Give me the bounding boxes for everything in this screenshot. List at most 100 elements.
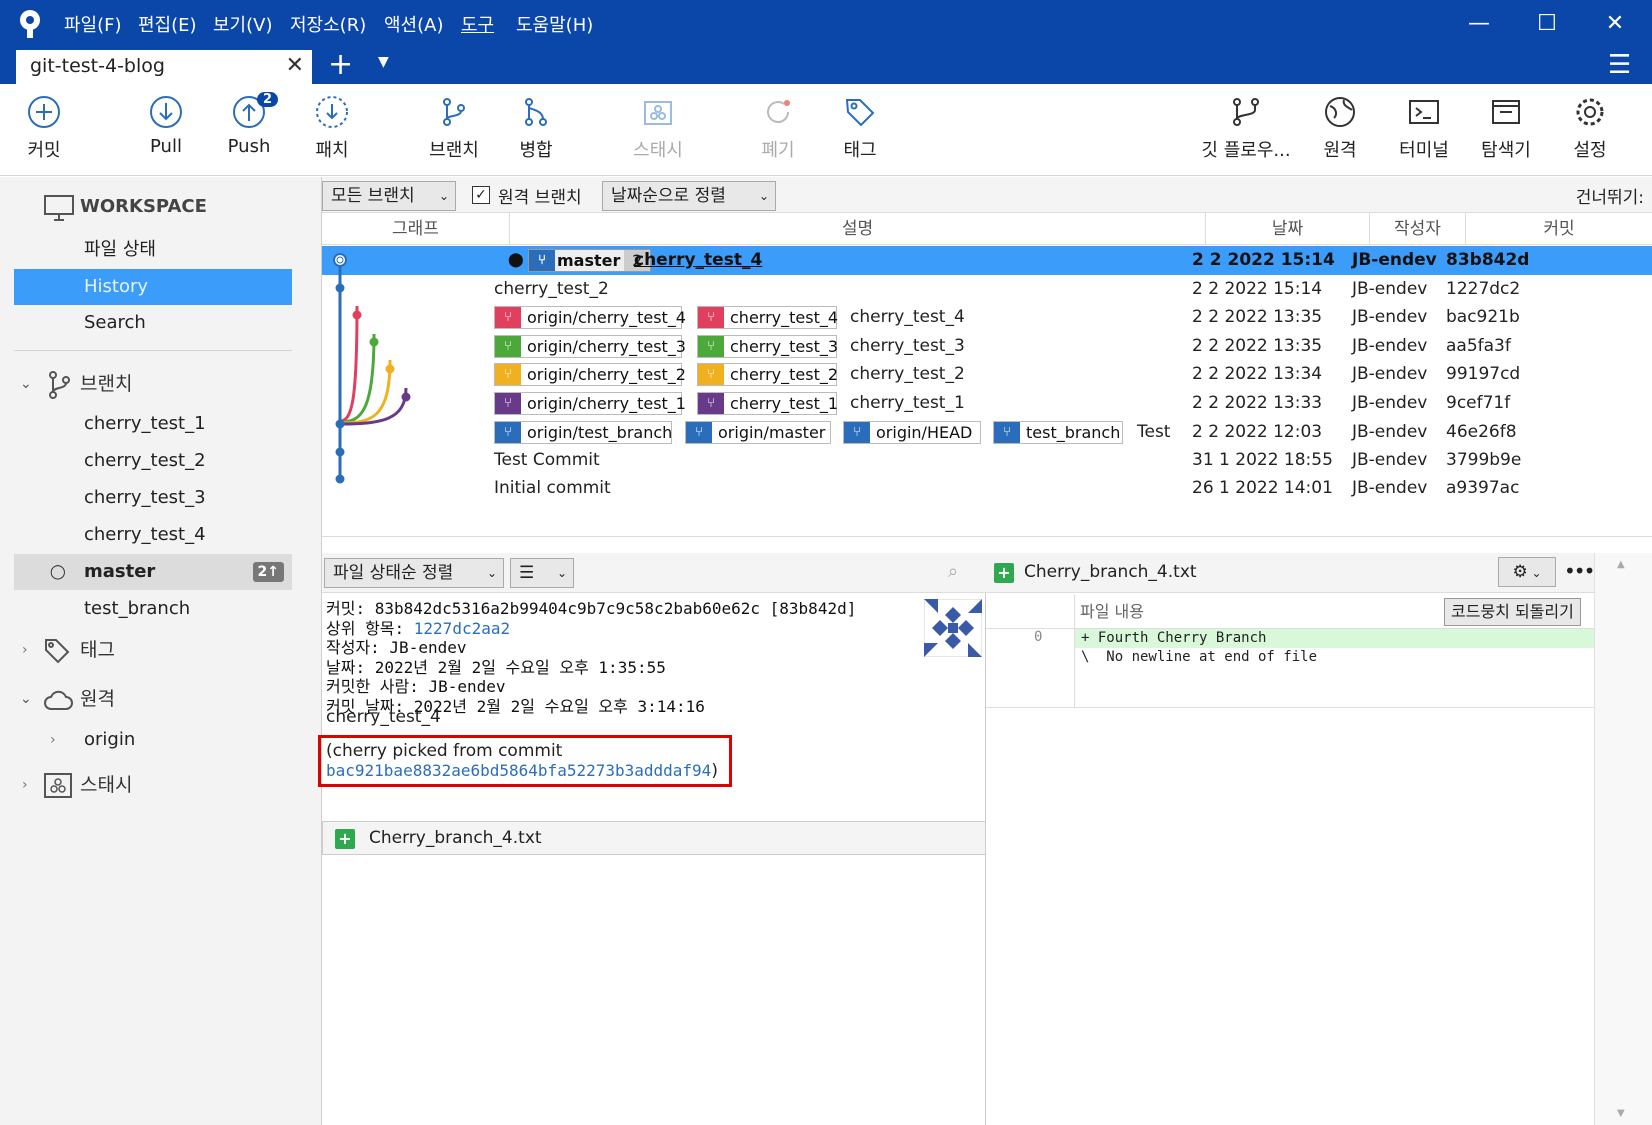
commit-row[interactable]: ⑂ origin/cherry_test_3 ⑂ cherry_test_3 che… (322, 332, 1652, 361)
commit-author: JB-endev (1352, 250, 1437, 270)
column-header-commit[interactable]: 커밋 (1466, 213, 1652, 245)
menu-tools[interactable]: 도구 (461, 11, 494, 37)
file-added-icon: + (335, 829, 355, 849)
remotes-header[interactable]: ⌄ 원격 (14, 679, 304, 719)
commit-row[interactable]: ⑂ origin/test_branch ⑂ origin/master ⑂ orig… (322, 418, 1652, 447)
sidebar-item-test-branch[interactable]: test_branch (14, 591, 292, 627)
close-tab-icon[interactable]: ✕ (286, 53, 304, 78)
sidebar-item-file-status[interactable]: 파일 상태 (14, 232, 292, 268)
tab-repository[interactable]: git-test-4-blog ✕ (16, 48, 312, 84)
explorer-button[interactable]: 탐색기 (1464, 90, 1548, 162)
sidebar-item-cherry-test-4[interactable]: cherry_test_4 (14, 517, 292, 553)
chevron-right-icon[interactable]: › (22, 630, 28, 670)
column-header-graph[interactable]: 그래프 (322, 213, 510, 245)
chevron-down-icon: ⌄ (1527, 566, 1542, 580)
ref-cherry-test-1[interactable]: ⑂ cherry_test_1 (697, 392, 838, 415)
column-header-author[interactable]: 작성자 (1370, 213, 1466, 245)
remote-button[interactable]: 원격 (1298, 90, 1382, 162)
commit-row[interactable]: ⑂ origin/cherry_test_2 ⑂ cherry_test_2 che… (322, 360, 1652, 389)
scrollbar[interactable]: ▲ ▼ (1594, 553, 1652, 1125)
sidebar-item-history[interactable]: History (14, 269, 292, 305)
ref-label: origin/cherry_test_1 (527, 394, 686, 413)
ref-test-branch[interactable]: ⑂ test_branch (993, 421, 1123, 444)
commit-row[interactable]: cherry_test_2 2 2 2022 15:14 JB-endev 12… (322, 275, 1652, 304)
branch-filter-dropdown[interactable]: 모든 브랜치 ⌄ (322, 181, 456, 211)
chevron-down-icon[interactable]: ⌄ (20, 364, 32, 404)
ref-origin-head[interactable]: ⑂ origin/HEAD (843, 421, 981, 444)
ref-origin-cherry-test-1[interactable]: ⑂ origin/cherry_test_1 (494, 392, 686, 415)
patch-button[interactable]: 패치 (290, 90, 374, 162)
file-list-item[interactable]: + Cherry_branch_4.txt (322, 821, 986, 855)
search-icon[interactable]: ⌕ (948, 561, 958, 582)
settings-button[interactable]: 설정 (1548, 90, 1632, 162)
commit-row[interactable]: Test Commit 31 1 2022 18:55 JB-endev 379… (322, 446, 1652, 475)
menu-edit[interactable]: 편집(E) (138, 11, 197, 37)
ref-cherry-test-3[interactable]: ⑂ cherry_test_3 (697, 335, 838, 358)
push-button[interactable]: 2 Push (207, 90, 291, 157)
chevron-right-icon[interactable]: › (50, 722, 56, 758)
commit-row[interactable]: Initial commit 26 1 2022 14:01 JB-endev … (322, 474, 1652, 503)
stash-header[interactable]: › 스태시 (14, 765, 304, 805)
more-options-icon[interactable]: ••• (1564, 559, 1595, 583)
cherry-pick-hash-link[interactable]: bac921bae8832ae6bd5864bfa52273b3adddaf94 (326, 761, 711, 780)
ref-cherry-test-2[interactable]: ⑂ cherry_test_2 (697, 363, 838, 386)
commit-row[interactable]: ⑂ origin/cherry_test_4 ⑂ cherry_test_4 che… (322, 303, 1652, 332)
ref-origin-cherry-test-3[interactable]: ⑂ origin/cherry_test_3 (494, 335, 686, 358)
commit-date: 31 1 2022 18:55 (1192, 450, 1333, 470)
scroll-down-icon[interactable]: ▼ (1617, 1108, 1625, 1119)
sidebar-item-search[interactable]: Search (14, 305, 292, 341)
minimize-icon[interactable]: — (1456, 8, 1502, 40)
ref-cherry-test-4[interactable]: ⑂ cherry_test_4 (697, 306, 838, 329)
revert-hunk-button[interactable]: 코드뭉치 되돌리기 (1444, 598, 1581, 626)
column-header-description[interactable]: 설명 (510, 213, 1206, 245)
branches-header[interactable]: ⌄ 브랜치 (14, 364, 304, 404)
menu-action[interactable]: 액션(A) (384, 11, 443, 37)
menu-view[interactable]: 보기(V) (213, 11, 272, 37)
ref-origin-cherry-test-4[interactable]: ⑂ origin/cherry_test_4 (494, 306, 686, 329)
discard-button[interactable]: 폐기 (736, 90, 820, 162)
branch-label-master[interactable]: ⑂ master 2 (528, 249, 652, 272)
ref-origin-test-branch[interactable]: ⑂ origin/test_branch (494, 421, 672, 444)
sidebar-item-origin[interactable]: › origin (14, 722, 292, 758)
menu-file[interactable]: 파일(F) (64, 11, 122, 37)
maximize-icon[interactable]: ☐ (1524, 8, 1570, 40)
menu-help[interactable]: 도움말(H) (516, 11, 593, 37)
sidebar-item-cherry-test-1[interactable]: cherry_test_1 (14, 406, 292, 442)
branches-label: 브랜치 (80, 373, 133, 395)
pull-button[interactable]: Pull (124, 90, 208, 157)
tag-button[interactable]: 태그 (818, 90, 902, 162)
stash-label: 스태시 (80, 774, 133, 796)
commit-hash: 46e26f8 (1446, 422, 1517, 442)
file-sort-dropdown[interactable]: 파일 상태순 정렬 ⌄ (324, 558, 504, 588)
branch-button[interactable]: 브랜치 (412, 90, 496, 162)
sidebar-item-cherry-test-3[interactable]: cherry_test_3 (14, 480, 292, 516)
close-window-icon[interactable]: ✕ (1592, 8, 1638, 40)
commit-row[interactable]: ⑂ origin/cherry_test_1 ⑂ cherry_test_1 che… (322, 389, 1652, 418)
chevron-right-icon[interactable]: › (22, 765, 28, 805)
ref-origin-master[interactable]: ⑂ origin/master (685, 421, 831, 444)
merge-button[interactable]: 병합 (494, 90, 578, 162)
tags-header[interactable]: › 태그 (14, 630, 304, 670)
tab-dropdown-icon[interactable]: ▼ (378, 54, 389, 70)
parent-hash-link[interactable]: 1227dc2aa2 (414, 619, 510, 638)
ref-label: origin/cherry_test_3 (527, 337, 686, 356)
branch-icon (443, 98, 465, 126)
sidebar-item-cherry-test-2[interactable]: cherry_test_2 (14, 443, 292, 479)
ref-origin-cherry-test-2[interactable]: ⑂ origin/cherry_test_2 (494, 363, 686, 386)
gitflow-button[interactable]: 깃 플로우... (1196, 90, 1296, 162)
scroll-up-icon[interactable]: ▲ (1617, 559, 1625, 570)
add-tab-icon[interactable]: + (328, 48, 353, 82)
remote-branches-checkbox[interactable]: ✓ (472, 186, 490, 204)
stash-button[interactable]: 스태시 (616, 90, 700, 162)
commit-button[interactable]: 커밋 (2, 90, 86, 162)
sidebar-item-master[interactable]: ◯ master 2↑ (14, 554, 292, 590)
menu-repository[interactable]: 저장소(R) (290, 11, 366, 37)
view-mode-dropdown[interactable]: ☰ ⌄ (510, 558, 574, 588)
diff-settings-dropdown[interactable]: ⚙ ⌄ (1498, 557, 1556, 587)
hamburger-menu-icon[interactable]: ☰ (1608, 50, 1631, 80)
terminal-button[interactable]: 터미널 (1382, 90, 1466, 162)
sort-dropdown[interactable]: 날짜순으로 정렬 ⌄ (602, 181, 776, 211)
chevron-down-icon[interactable]: ⌄ (20, 679, 32, 719)
column-header-date[interactable]: 날짜 (1206, 213, 1370, 245)
commit-row[interactable]: ⬤ ⑂ master 2 cherry_test_4 2 2 2022 15:14 … (322, 246, 1652, 275)
